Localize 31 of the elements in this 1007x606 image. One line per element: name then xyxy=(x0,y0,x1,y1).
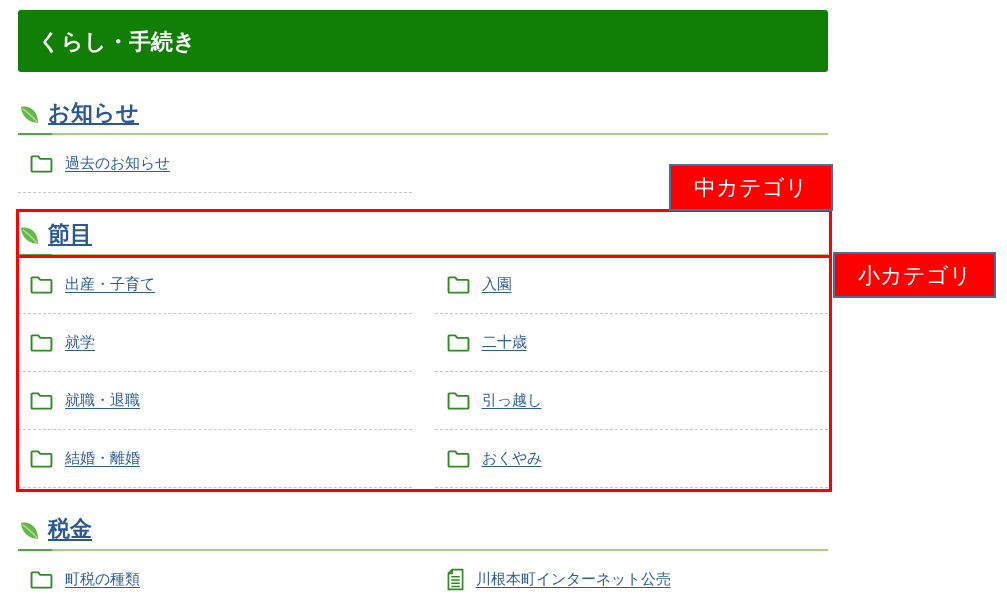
folder-icon xyxy=(30,391,53,410)
category-link[interactable]: 町税の種類 xyxy=(65,568,140,591)
annotation-label: 中カテゴリ xyxy=(669,164,833,211)
leaf-icon xyxy=(20,226,39,245)
category-link[interactable]: 結婚・離婚 xyxy=(65,447,140,470)
folder-icon xyxy=(30,570,53,589)
page-title: くらし・手続き xyxy=(38,27,196,56)
annotation-label: 小カテゴリ xyxy=(833,252,996,298)
section-heading-link[interactable]: 節目 xyxy=(48,219,92,249)
category-link[interactable]: 川根本町インターネット公売 xyxy=(475,568,671,591)
category-link[interactable]: 出産・子育て xyxy=(65,273,155,296)
category-link[interactable]: 二十歳 xyxy=(481,331,527,354)
folder-icon xyxy=(30,154,53,173)
folder-icon xyxy=(446,449,470,468)
folder-icon xyxy=(30,449,53,468)
category-link[interactable]: 入園 xyxy=(481,273,512,296)
document-icon xyxy=(446,568,464,591)
folder-icon xyxy=(446,275,470,294)
folder-icon xyxy=(446,333,470,352)
category-link[interactable]: おくやみ xyxy=(481,447,542,470)
category-link[interactable]: 引っ越し xyxy=(481,389,542,412)
folder-icon xyxy=(446,391,470,410)
section-heading-link[interactable]: 税金 xyxy=(48,514,92,544)
section-heading-link[interactable]: お知らせ xyxy=(48,98,139,128)
leaf-icon xyxy=(20,521,39,540)
leaf-icon xyxy=(20,105,39,124)
folder-icon xyxy=(30,333,53,352)
category-link[interactable]: 就学 xyxy=(65,331,95,354)
folder-icon xyxy=(30,275,53,294)
category-link[interactable]: 過去のお知らせ xyxy=(65,152,170,175)
category-link[interactable]: 就職・退職 xyxy=(65,389,140,412)
